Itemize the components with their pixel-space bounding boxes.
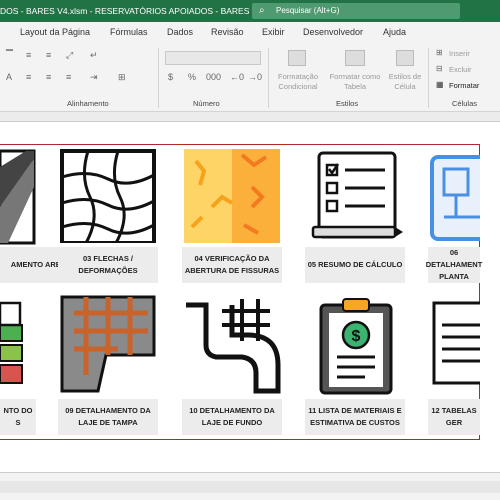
ribbon: ▔ A ≡ ≡ ⤢ ↵ ≡ ≡ ≡ ⇥ ⊞ Alinhamento $ % 00… [0,44,500,112]
wrap-text-icon[interactable]: ↵ [90,50,98,61]
currency-icon[interactable]: $ [168,72,173,82]
group-label-number: Número [193,99,220,108]
window-title: DOS - BARES V4.xlsm - RESERVATÓRIOS APOI… [0,6,267,16]
decrease-decimal-icon[interactable]: →0 [248,72,262,82]
group-label-styles: Estilos [336,99,359,108]
search-box[interactable]: ⌕ Pesquisar (Alt+G) [252,3,460,19]
card-top-slab[interactable]: 09 DETALHAMENTO DA LAJE DE TAMPA [58,295,158,437]
card-stairs[interactable]: NTO DO S [0,295,40,437]
card-caption: NTO DO S [0,399,36,435]
align-top-icon[interactable]: ▔ [6,50,13,61]
blueprint-icon [430,155,480,241]
card-caption: 12 TABELAS GER [428,399,480,435]
card-plan-detail[interactable]: 06 DETALHAMENT PLANTA [425,147,483,287]
cell-styles-icon[interactable] [396,50,414,66]
card-caption: 09 DETALHAMENTO DA LAJE DE TAMPA [58,399,158,435]
tab-developer[interactable]: Desenvolvedor [303,27,363,37]
tab-formulas[interactable]: Fórmulas [110,27,148,37]
cell-styles-button[interactable]: Estilos de Célula [384,72,426,92]
stairs-icon [0,301,23,384]
card-caption: 04 VERIFICAÇÃO DA ABERTURA DE FISSURAS [182,247,282,283]
checklist-scroll-icon [311,151,403,239]
delete-cells-icon: ⊟ [436,64,443,73]
card-bottom-slab[interactable]: 10 DETALHAMENTO DA LAJE DE FUNDO [182,295,282,437]
tab-view[interactable]: Exibir [262,27,285,37]
card-deformations[interactable]: 03 FLECHAS / DEFORMAÇÕES [58,147,158,287]
tab-review[interactable]: Revisão [211,27,244,37]
delete-button[interactable]: Excluir [449,65,472,75]
tab-help[interactable]: Ajuda [383,27,406,37]
format-cells-icon: ▦ [436,80,444,89]
group-label-alignment: Alinhamento [67,99,109,108]
slab-rebar-outline-icon [186,299,281,394]
cracked-wall-icon [184,149,280,243]
rebar-slab-icon [60,295,156,393]
align-center-icon[interactable]: ≡ [46,72,51,82]
merge-center-icon[interactable]: ⊞ [118,72,126,83]
insert-button[interactable]: Inserir [449,49,470,59]
indent-icon[interactable]: ⇥ [90,72,98,83]
number-format-select[interactable] [165,51,261,65]
card-calc-summary[interactable]: 05 RESUMO DE CÁLCULO [305,147,405,287]
align-right-icon[interactable]: ≡ [66,72,71,82]
search-icon: ⌕ [259,5,265,16]
formula-area-strip [0,112,500,122]
card-caption: 05 RESUMO DE CÁLCULO [305,247,405,283]
format-as-table-icon[interactable] [345,50,365,66]
conditional-formatting-button[interactable]: Formatação Condicional [272,72,324,92]
increase-decimal-icon[interactable]: ←0 [230,72,244,82]
horizontal-scrollbar[interactable] [0,481,500,493]
card-general-tables[interactable]: 12 TABELAS GER [428,295,480,437]
orientation-icon[interactable]: ⤢ [66,50,73,61]
align-left-icon[interactable]: ≡ [26,72,31,82]
tab-data[interactable]: Dados [167,27,193,37]
font-color-icon[interactable]: A [6,72,12,82]
search-placeholder: Pesquisar (Alt+G) [276,6,340,15]
percent-icon[interactable]: % [188,72,196,82]
cost-clipboard-icon: $ [319,298,393,395]
insert-cells-icon: ⊞ [436,48,443,57]
card-materials-cost[interactable]: $ 11 LISTA DE MATERIAIS E ESTIMATIVA DE … [305,295,405,437]
thousands-icon[interactable]: 000 [206,72,221,82]
format-button[interactable]: Formatar [449,81,479,91]
status-area [0,472,500,500]
format-as-table-button[interactable]: Formatar como Tabela [326,72,384,92]
align-middle-icon[interactable]: ≡ [26,50,31,60]
tab-page-layout[interactable]: Layout da Página [20,27,90,37]
card-crack-check[interactable]: 04 VERIFICAÇÃO DA ABERTURA DE FISSURAS [182,147,282,287]
title-bar: DOS - BARES V4.xlsm - RESERVATÓRIOS APOI… [0,0,500,22]
svg-text:$: $ [352,328,361,345]
deformation-grid-icon [60,149,156,243]
card-caption: 11 LISTA DE MATERIAIS E ESTIMATIVA DE CU… [305,399,405,435]
card-caption: 03 FLECHAS / DEFORMAÇÕES [58,247,158,283]
card-caption: 10 DETALHAMENTO DA LAJE DE FUNDO [182,399,282,435]
menu-panel: AMENTO AREDE 03 FLECHAS / DEFORMAÇÕES 04… [0,144,483,440]
ribbon-tabs: Layout da Página Fórmulas Dados Revisão … [0,22,500,44]
documents-icon [432,301,480,385]
group-label-cells: Células [452,99,478,108]
conditional-formatting-icon[interactable] [288,50,306,66]
align-bottom-icon[interactable]: ≡ [46,50,51,60]
card-caption: 06 DETALHAMENT PLANTA [425,247,483,283]
